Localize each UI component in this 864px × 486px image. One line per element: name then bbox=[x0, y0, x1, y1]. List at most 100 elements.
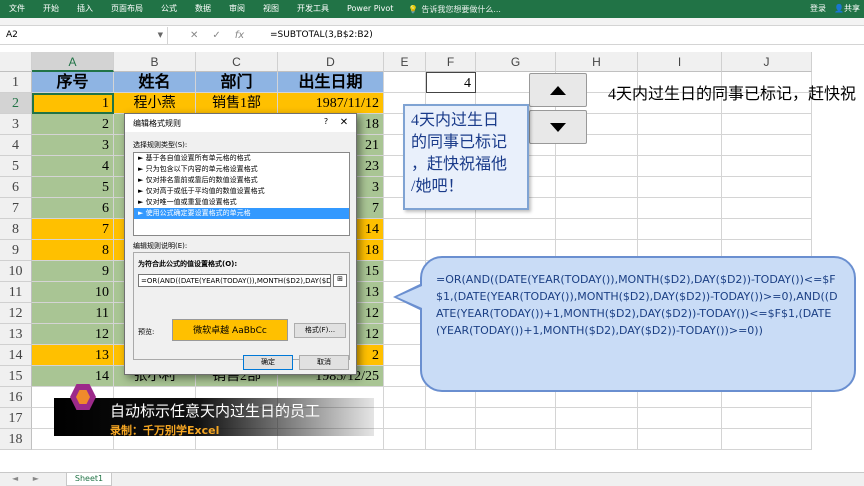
f1-days-cell[interactable]: 4 bbox=[426, 72, 476, 93]
cancel-button[interactable]: 取消 bbox=[299, 355, 349, 370]
grid-cell[interactable] bbox=[638, 114, 722, 135]
close-icon[interactable]: ✕ bbox=[338, 117, 350, 129]
grid-cell[interactable] bbox=[722, 198, 812, 219]
row-header[interactable]: 17 bbox=[0, 408, 32, 429]
grid-cell[interactable] bbox=[384, 429, 426, 450]
grid-cell[interactable] bbox=[384, 387, 426, 408]
grid-cell[interactable] bbox=[384, 408, 426, 429]
column-header-c[interactable]: C bbox=[196, 52, 278, 72]
grid-cell[interactable] bbox=[556, 219, 638, 240]
grid-cell[interactable] bbox=[722, 135, 812, 156]
grid-cell[interactable] bbox=[384, 240, 426, 261]
formula-input[interactable]: =SUBTOTAL(3,B$2:B2) bbox=[264, 30, 373, 40]
birthdate-cell[interactable]: 1987/11/12 bbox=[278, 93, 384, 114]
row-header[interactable]: 2 bbox=[0, 93, 32, 114]
name-cell[interactable]: 程小燕 bbox=[114, 93, 196, 114]
name-box[interactable]: A2 ▼ bbox=[0, 26, 168, 44]
column-header-d[interactable]: D bbox=[278, 52, 384, 72]
column-header-j[interactable]: J bbox=[722, 52, 812, 72]
row-header[interactable]: 6 bbox=[0, 177, 32, 198]
grid-cell[interactable] bbox=[722, 177, 812, 198]
seq-cell[interactable]: 12 bbox=[32, 324, 114, 345]
column-header-b[interactable]: B bbox=[114, 52, 196, 72]
format-button[interactable]: 格式(F)... bbox=[294, 323, 346, 338]
grid-cell[interactable] bbox=[556, 408, 638, 429]
grid-cell[interactable] bbox=[556, 198, 638, 219]
column-header-i[interactable]: I bbox=[638, 52, 722, 72]
grid-cell[interactable] bbox=[384, 72, 426, 93]
seq-cell[interactable]: 2 bbox=[32, 114, 114, 135]
grid-cell[interactable] bbox=[426, 219, 476, 240]
grid-cell[interactable] bbox=[638, 198, 722, 219]
tab-file[interactable]: 文件 bbox=[0, 0, 34, 18]
row-header[interactable]: 10 bbox=[0, 261, 32, 282]
seq-cell[interactable]: 3 bbox=[32, 135, 114, 156]
share-button[interactable]: 👤共享 bbox=[834, 0, 860, 18]
grid-cell[interactable] bbox=[722, 114, 812, 135]
rule-type-item[interactable]: ► 仅对唯一值或重复值设置格式 bbox=[134, 197, 349, 208]
tab-view[interactable]: 视图 bbox=[254, 0, 288, 18]
grid-cell[interactable] bbox=[638, 219, 722, 240]
grid-cell[interactable] bbox=[476, 408, 556, 429]
tab-power-pivot[interactable]: Power Pivot bbox=[338, 0, 402, 18]
column-header-h[interactable]: H bbox=[556, 52, 638, 72]
tab-formulas[interactable]: 公式 bbox=[152, 0, 186, 18]
table-header-cell[interactable]: 姓名 bbox=[114, 72, 196, 93]
grid-cell[interactable] bbox=[556, 429, 638, 450]
login-link[interactable]: 登录 bbox=[810, 0, 826, 18]
row-header[interactable]: 13 bbox=[0, 324, 32, 345]
help-icon[interactable]: ? bbox=[320, 117, 332, 129]
tab-data[interactable]: 数据 bbox=[186, 0, 220, 18]
row-header[interactable]: 12 bbox=[0, 303, 32, 324]
row-header[interactable]: 5 bbox=[0, 156, 32, 177]
column-header-f[interactable]: F bbox=[426, 52, 476, 72]
row-header[interactable]: 11 bbox=[0, 282, 32, 303]
seq-cell[interactable]: 8 bbox=[32, 240, 114, 261]
seq-cell[interactable]: 1 bbox=[32, 93, 114, 114]
tab-developer[interactable]: 开发工具 bbox=[288, 0, 338, 18]
seq-cell[interactable]: 13 bbox=[32, 345, 114, 366]
grid-cell[interactable] bbox=[384, 219, 426, 240]
sheet-tab-sheet1[interactable]: Sheet1 bbox=[66, 473, 112, 486]
rule-type-item[interactable]: ► 仅对高于或低于平均值的数值设置格式 bbox=[134, 186, 349, 197]
grid-cell[interactable] bbox=[638, 177, 722, 198]
seq-cell[interactable]: 10 bbox=[32, 282, 114, 303]
row-header[interactable]: 14 bbox=[0, 345, 32, 366]
table-header-cell[interactable]: 部门 bbox=[196, 72, 278, 93]
rule-formula-input[interactable]: =OR(AND((DATE(YEAR(TODAY()),MONTH($D2),D… bbox=[138, 274, 331, 287]
confirm-icon[interactable]: ✓ bbox=[212, 30, 220, 41]
column-header-e[interactable]: E bbox=[384, 52, 426, 72]
grid-cell[interactable] bbox=[476, 429, 556, 450]
spin-up-button[interactable] bbox=[529, 73, 587, 107]
grid-cell[interactable] bbox=[722, 156, 812, 177]
grid-cell[interactable] bbox=[556, 156, 638, 177]
sheet-nav-arrows[interactable]: ◄ ► bbox=[12, 473, 45, 485]
rule-type-item[interactable]: ► 基于各自值设置所有单元格的格式 bbox=[134, 153, 349, 164]
grid-cell[interactable] bbox=[476, 219, 556, 240]
seq-cell[interactable]: 6 bbox=[32, 198, 114, 219]
grid-cell[interactable] bbox=[638, 135, 722, 156]
chevron-down-icon[interactable]: ▼ bbox=[158, 27, 163, 44]
grid-cell[interactable] bbox=[426, 408, 476, 429]
row-header[interactable]: 8 bbox=[0, 219, 32, 240]
spin-down-button[interactable] bbox=[529, 110, 587, 144]
tell-me-box[interactable]: 💡 告诉我您想要做什么... bbox=[408, 4, 501, 15]
grid-cell[interactable] bbox=[556, 177, 638, 198]
grid-cell[interactable] bbox=[638, 408, 722, 429]
tab-insert[interactable]: 插入 bbox=[68, 0, 102, 18]
seq-cell[interactable]: 9 bbox=[32, 261, 114, 282]
rule-type-list[interactable]: ► 基于各自值设置所有单元格的格式 ► 只为包含以下内容的单元格设置格式 ► 仅… bbox=[133, 152, 350, 236]
grid-cell[interactable] bbox=[722, 429, 812, 450]
row-header[interactable]: 7 bbox=[0, 198, 32, 219]
grid-cell[interactable] bbox=[426, 429, 476, 450]
dept-cell[interactable]: 销售1部 bbox=[196, 93, 278, 114]
grid-cell[interactable] bbox=[638, 156, 722, 177]
tab-review[interactable]: 审阅 bbox=[220, 0, 254, 18]
column-header-g[interactable]: G bbox=[476, 52, 556, 72]
cancel-icon[interactable]: ✕ bbox=[190, 30, 198, 41]
row-header[interactable]: 9 bbox=[0, 240, 32, 261]
ok-button[interactable]: 确定 bbox=[243, 355, 293, 370]
grid-cell[interactable] bbox=[722, 408, 812, 429]
select-all-corner[interactable] bbox=[0, 52, 32, 72]
rule-type-item-selected[interactable]: ► 使用公式确定要设置格式的单元格 bbox=[134, 208, 349, 219]
